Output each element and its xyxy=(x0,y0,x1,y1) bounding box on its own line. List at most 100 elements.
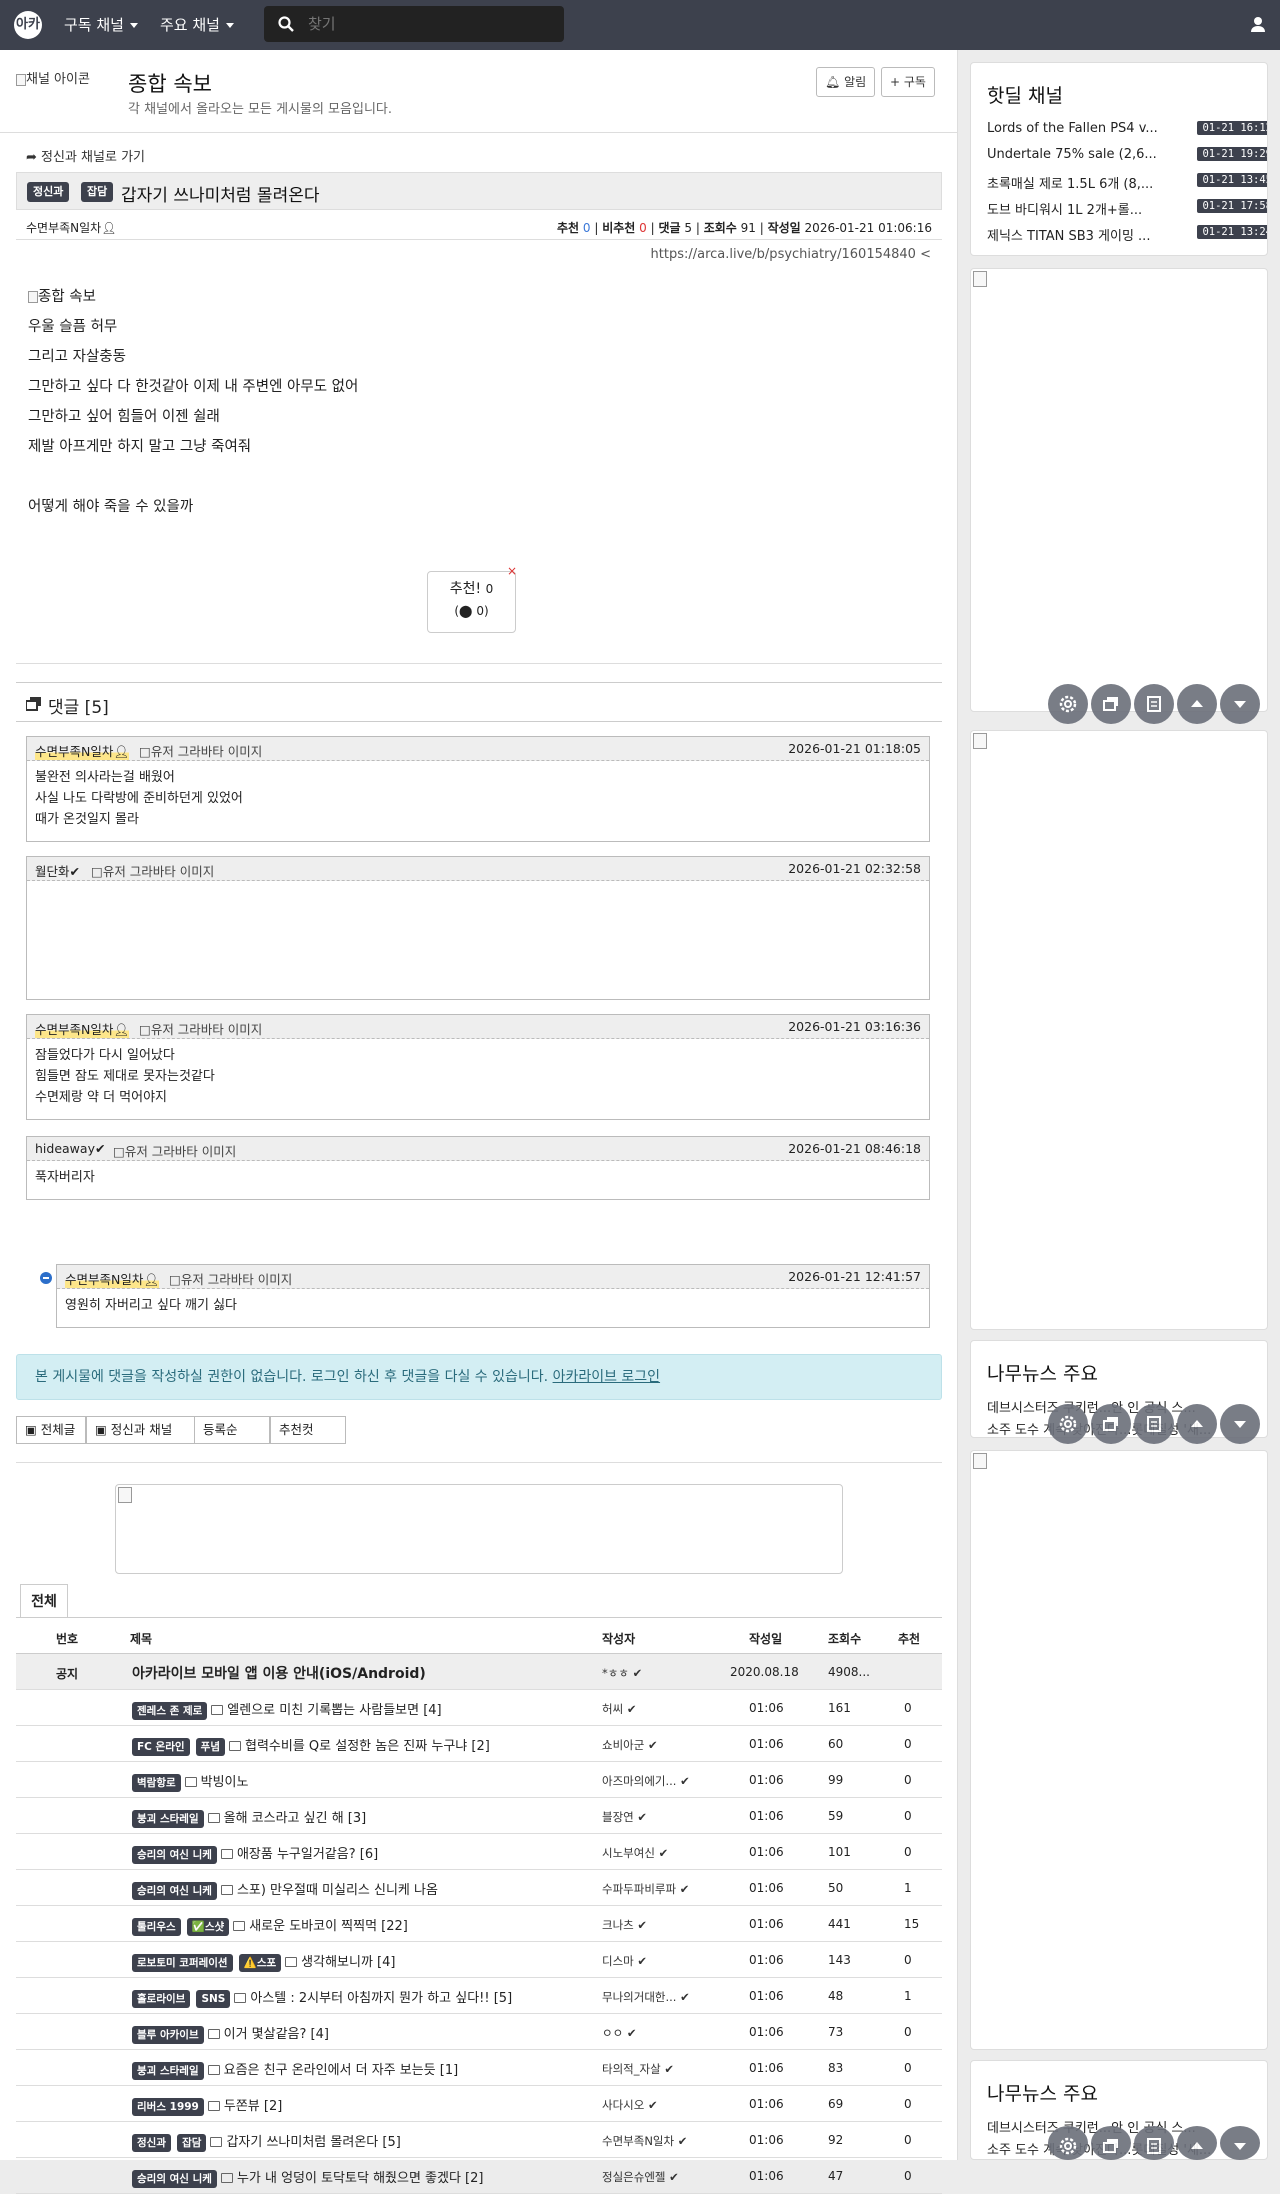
vote-count: 0 xyxy=(485,582,494,596)
chevron-down-float-button[interactable] xyxy=(1220,684,1260,724)
alarm-label: 알림 xyxy=(844,75,867,89)
list-float-button[interactable] xyxy=(1134,1404,1174,1444)
subscribe-button[interactable]: + 구독 xyxy=(881,67,935,97)
deal-item[interactable]: 제닉스 TITAN SB3 게이밍 ... 01-21 13:24 xyxy=(987,225,1267,245)
sort-select[interactable]: 등록순 xyxy=(194,1416,270,1444)
category-badge[interactable]: 정신과 xyxy=(27,182,70,202)
table-row[interactable]: 승리의 여신 니케 누가 내 엉덩이 토닥토닥 해줬으면 좋겠다 [2] 정실은슈엔… xyxy=(16,2158,942,2194)
deal-date: 01-21 16:12 xyxy=(1197,121,1267,135)
row-badge[interactable]: 벽람항로 xyxy=(132,1774,181,1792)
gear-float-button[interactable] xyxy=(1048,684,1088,724)
deal-item[interactable]: Lords of the Fallen PS4 v... 01-21 16:12 xyxy=(987,121,1267,141)
chevron-down-float-button[interactable] xyxy=(1220,2126,1260,2160)
person-icon: 👤︎ xyxy=(113,744,130,759)
table-row[interactable]: 블루 아카이브 이거 몇살같음? [4] ㅇㅇ ✔ 01:06 73 0 xyxy=(16,2014,942,2050)
table-row[interactable]: 툴리우스 ✅스샷 새로운 도바코이 찍찍먹 [22] 크나츠 ✔ 01:06 441 15 xyxy=(16,1906,942,1942)
row-badge[interactable]: 잡담 xyxy=(177,2134,207,2152)
row-badge[interactable]: 젠레스 존 제로 xyxy=(132,1702,208,1720)
row-badge[interactable]: SNS xyxy=(196,1990,231,2008)
row-badge[interactable]: ⚠️스포 xyxy=(238,1954,282,1972)
chevron-up-float-button[interactable] xyxy=(1177,1404,1217,1444)
table-row[interactable]: FC 온라인 푸념 협력수비를 Q로 설정한 놈은 진짜 누구냐 [2] 쇼비아군 … xyxy=(16,1726,942,1762)
back-link-label: 정신과 채널로 가기 xyxy=(41,150,145,165)
table-row[interactable]: 로보토미 코퍼레이션 ⚠️스포 생각해보니까 [4] 디스마 ✔ 01:06 143 0 xyxy=(16,1942,942,1978)
chevron-up-float-button[interactable] xyxy=(1177,684,1217,724)
login-link[interactable]: 아카라이브 로그인 xyxy=(553,1369,661,1385)
ad-banner[interactable] xyxy=(115,1484,843,1574)
comment-date: 2026-01-21 03:16:36 xyxy=(788,1019,921,1034)
row-badge[interactable]: 툴리우스 xyxy=(132,1918,181,1936)
upvote-button[interactable]: × 추천! 0 (⬤ 0) xyxy=(427,564,517,633)
verified-icon: ✔ xyxy=(94,1141,106,1156)
deal-item[interactable]: Undertale 75% sale (2,6... 01-21 19:29 xyxy=(987,147,1267,167)
row-badge[interactable]: 정신과 xyxy=(132,2134,171,2152)
table-row[interactable]: 승리의 여신 니케 애장품 누구일거같음? [6] 시노부여신 ✔ 01:06 101 0 xyxy=(16,1834,942,1870)
close-icon[interactable]: × xyxy=(507,560,517,582)
row-badge[interactable]: 리버스 1999 xyxy=(132,2098,204,2116)
row-views: 59 xyxy=(828,1809,844,1823)
comments-float-button[interactable] xyxy=(1091,684,1131,724)
table-row[interactable]: 붕괴 스타레일 올해 코스라고 싶긴 해 [3] 블장연 ✔ 01:06 59 0 xyxy=(16,1798,942,1834)
post-meta: 수면부족N일차👤︎ 추천 0 | 비추천 0 | 댓글 5 | 조회수 91 |… xyxy=(16,214,942,240)
list-float-button[interactable] xyxy=(1134,684,1174,724)
comment-author[interactable]: 수면부족N일차👤︎ xyxy=(35,1019,130,1038)
comments-float-button[interactable] xyxy=(1091,2126,1131,2160)
table-row[interactable]: 승리의 여신 니케 스포) 만우절때 미실리스 신니케 나옴 수파두파비루파 ✔ 01… xyxy=(16,1870,942,1906)
comments-float-button[interactable] xyxy=(1091,1404,1131,1444)
broken-image-icon xyxy=(16,73,26,86)
search-input[interactable] xyxy=(308,6,554,42)
gear-float-button[interactable] xyxy=(1048,2126,1088,2160)
chevron-down-float-button[interactable] xyxy=(1220,1404,1260,1444)
sidebar-ad[interactable] xyxy=(970,1450,1268,2050)
comments-header: 댓글 [5] xyxy=(16,682,942,722)
row-badge[interactable]: 홀로라이브 xyxy=(132,1990,191,2008)
search-icon[interactable] xyxy=(278,16,294,32)
table-row[interactable]: 리버스 1999 두쫀뷰 [2] 사다시오 ✔ 01:06 69 0 xyxy=(16,2086,942,2122)
table-row[interactable]: 젠레스 존 제로 엘렌으로 미친 기록뽑는 사람들보면 [4] 허씨 ✔ 01:06 1… xyxy=(16,1690,942,1726)
back-to-channel-link[interactable]: ➦ 정신과 채널로 가기 xyxy=(26,146,145,165)
table-row[interactable]: 벽람항로 박빙이노 아즈마의에기... ✔ 01:06 99 0 xyxy=(16,1762,942,1798)
row-badge[interactable]: 승리의 여신 니케 xyxy=(132,1846,217,1864)
row-badge[interactable]: 푸념 xyxy=(195,1738,225,1756)
user-icon[interactable] xyxy=(1250,16,1266,32)
deal-item[interactable]: 초록매실 제로 1.5L 6개 (8,... 01-21 13:45 xyxy=(987,173,1267,193)
row-author-name: 쇼비아군 xyxy=(602,1738,645,1752)
main-channels-dropdown[interactable]: 주요 채널 xyxy=(160,0,234,50)
row-badge[interactable]: 블루 아카이브 xyxy=(132,2026,204,2044)
table-row[interactable]: 정신과 잡담 갑자기 쓰나미처럼 몰려온다 [5] 수면부족N일차 ✔ 01:06 92… xyxy=(16,2122,942,2158)
alarm-button[interactable]: 🔔︎ 알림 xyxy=(816,67,876,97)
tab-all[interactable]: 전체 xyxy=(20,1584,68,1618)
table-row-notice[interactable]: 공지 아카라이브 모바일 앱 이용 안내(iOS/Android) *ㅎㅎ ✔ … xyxy=(16,1654,942,1690)
site-logo[interactable]: 아카 xyxy=(14,11,42,39)
comment-author[interactable]: 월단화✔ xyxy=(35,861,80,880)
comment-author[interactable]: 수면부족N일차👤︎ xyxy=(35,741,130,760)
best-filter-select[interactable]: 추천컷 xyxy=(270,1416,346,1444)
row-badge[interactable]: ✅스샷 xyxy=(186,1918,230,1936)
page-icon xyxy=(207,2065,220,2075)
table-row[interactable]: 붕괴 스타레일 요즘은 친구 온라인에서 더 자주 보는듯 [1] 타의적_자살 ✔… xyxy=(16,2050,942,2086)
row-badge[interactable]: 붕괴 스타레일 xyxy=(132,2062,204,2080)
row-badge[interactable]: 승리의 여신 니케 xyxy=(132,2170,217,2188)
row-author: *ㅎㅎ ✔ xyxy=(602,1665,642,1681)
date-label: 작성일 xyxy=(767,221,801,235)
table-row[interactable]: 홀로라이브 SNS 아스텔 : 2시부터 아침까지 뭔가 하고 싶다!! [5] 무… xyxy=(16,1978,942,2014)
sidebar-ad[interactable] xyxy=(970,268,1268,712)
post-url[interactable]: https://arca.live/b/psychiatry/160154840… xyxy=(651,247,931,262)
vote-sub-count: 0) xyxy=(476,604,489,618)
row-badge[interactable]: 승리의 여신 니케 xyxy=(132,1882,217,1900)
deal-item[interactable]: 도브 바디워시 1L 2개+롤... 01-21 17:58 xyxy=(987,199,1267,219)
post-author[interactable]: 수면부족N일차👤︎ xyxy=(26,219,116,236)
sidebar-ad[interactable] xyxy=(970,730,1268,1330)
col-author: 작성자 xyxy=(602,1632,636,1646)
row-badge[interactable]: FC 온라인 xyxy=(132,1738,190,1756)
subscribed-channels-dropdown[interactable]: 구독 채널 xyxy=(64,0,138,50)
row-badge[interactable]: 붕괴 스타레일 xyxy=(132,1810,204,1828)
list-float-button[interactable] xyxy=(1134,2126,1174,2160)
comment-author[interactable]: 수면부족N일차👤︎ xyxy=(65,1269,160,1288)
all-posts-button[interactable]: ▣ 전체글 xyxy=(16,1416,86,1444)
row-badge[interactable]: 로보토미 코퍼레이션 xyxy=(132,1954,233,1972)
gear-float-button[interactable] xyxy=(1048,1404,1088,1444)
comment-author[interactable]: hideaway✔ xyxy=(35,1141,105,1156)
chevron-up-float-button[interactable] xyxy=(1177,2126,1217,2160)
tag-badge[interactable]: 잡담 xyxy=(81,182,114,202)
